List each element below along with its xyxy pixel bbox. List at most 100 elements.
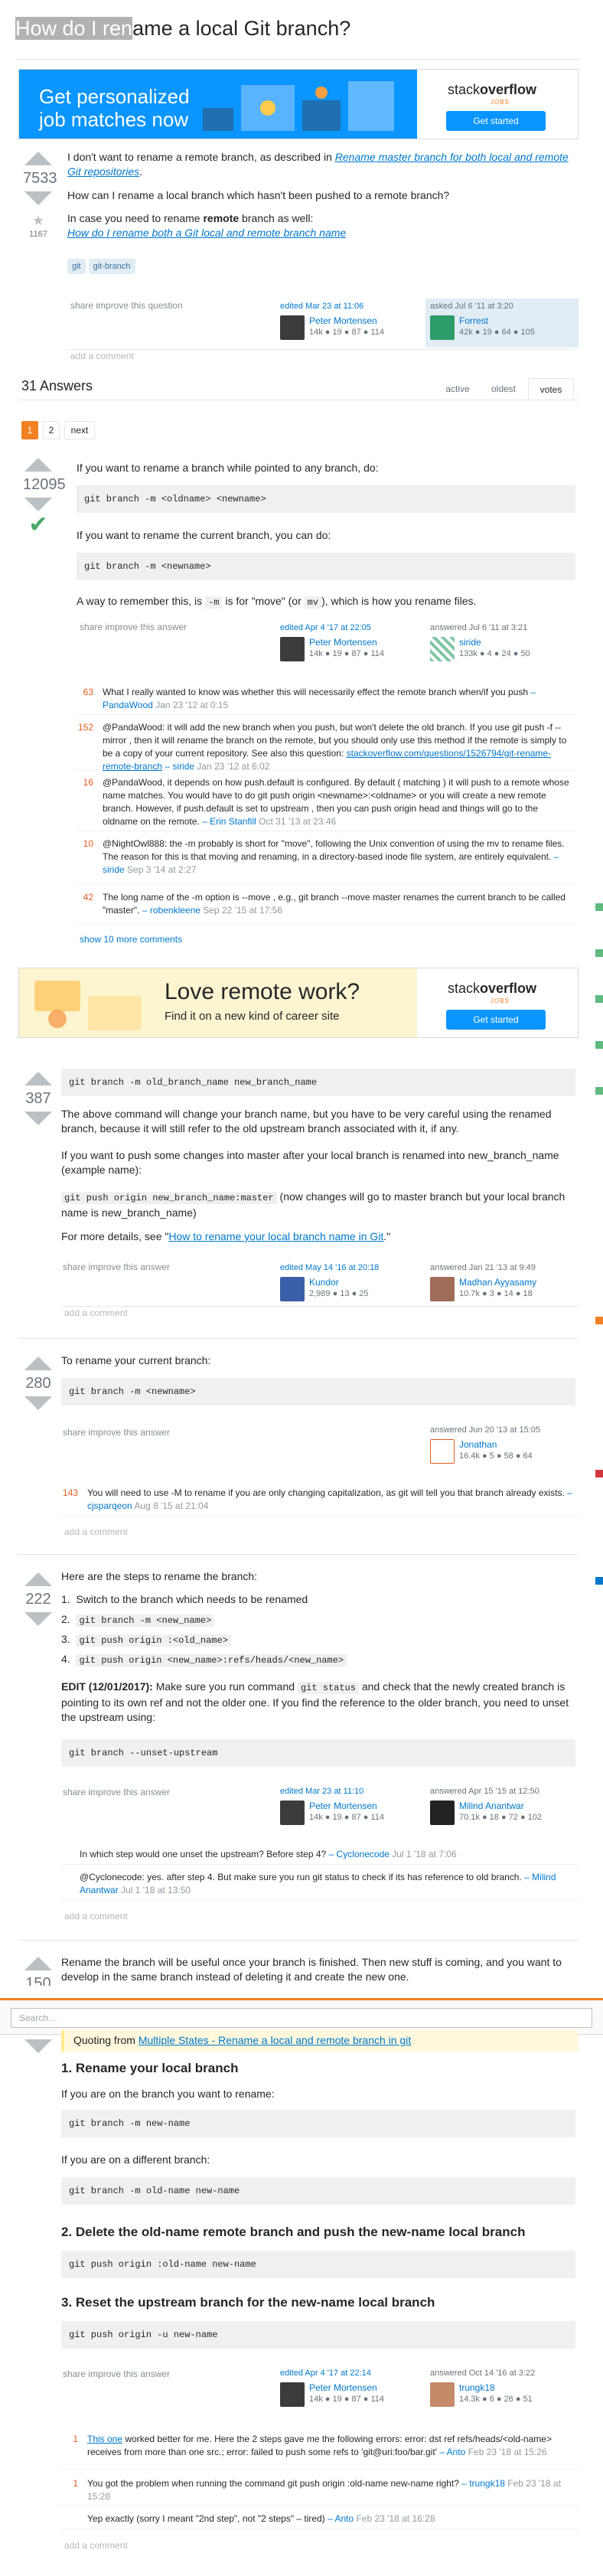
user-name-link[interactable]: Peter Mortensen: [309, 1801, 377, 1811]
answer-1-code-1: git branch -m <oldname> <newname>: [77, 485, 575, 513]
avatar[interactable]: [430, 2382, 455, 2407]
remote-get-started-button[interactable]: Get started: [446, 1010, 546, 1030]
answer-2-post-menu[interactable]: share improve this answer: [63, 1262, 170, 1272]
vote-count: 387: [25, 1090, 51, 1107]
answer-4-code-1: git branch --unset-upstream: [61, 1739, 575, 1767]
page-2[interactable]: 2: [43, 421, 60, 439]
avatar[interactable]: [280, 2382, 305, 2407]
downvote-icon[interactable]: [24, 1396, 52, 1410]
user-name-link[interactable]: Forrest: [459, 315, 488, 326]
upvote-icon[interactable]: [24, 1957, 52, 1970]
upvote-icon[interactable]: [24, 458, 52, 472]
remote-work-ad-banner[interactable]: Love remote work? Find it on a new kind …: [18, 968, 579, 1038]
user-name-link[interactable]: Madhan Ayyasamy: [459, 1277, 536, 1288]
quote-source-link[interactable]: Multiple States - Rename a local and rem…: [139, 2034, 411, 2046]
avatar[interactable]: [430, 315, 455, 340]
add-comment-link[interactable]: add a comment: [64, 1911, 128, 1921]
answer-4-owner-signature: answered Apr 15 '15 at 12:50 Milind Anan…: [425, 1784, 579, 1833]
answer-1-p1: If you want to rename a branch while poi…: [77, 462, 379, 474]
upvote-icon[interactable]: [24, 1572, 52, 1586]
downvote-icon[interactable]: [24, 498, 52, 511]
answer-5-post-menu[interactable]: share improve this answer: [63, 2369, 170, 2379]
upvote-icon[interactable]: [24, 152, 52, 165]
jobs-ad-banner[interactable]: Get personalized job matches now stackove…: [18, 69, 579, 139]
comment-user-link[interactable]: – Anto: [328, 2513, 354, 2524]
question-title[interactable]: How do I rename a local Git branch?: [15, 14, 582, 60]
tab-oldest[interactable]: oldest: [481, 378, 526, 400]
page-next[interactable]: next: [64, 421, 95, 439]
answer-5-heading-3: 3. Reset the upstream branch for the new…: [61, 2295, 435, 2310]
add-comment-link[interactable]: add a comment: [64, 1526, 128, 1537]
avatar[interactable]: [280, 637, 305, 661]
answer-5-code-4: git push origin -u new-name: [61, 2321, 575, 2349]
comment: 42 The long name of the -m option is --m…: [77, 891, 575, 925]
answer-5-heading-2: 2. Delete the old-name remote branch and…: [61, 2225, 526, 2239]
question-vote-cell: 7533 ★ 1167: [23, 152, 57, 239]
answer-1-post-menu[interactable]: share improve this answer: [80, 622, 187, 632]
edited-time-link[interactable]: edited Mar 23 at 11:10: [280, 1787, 363, 1796]
user-name-link[interactable]: Jonathan: [459, 1439, 497, 1450]
comment: 143 You will need to use -M to rename if…: [61, 1487, 579, 1516]
edited-time-link[interactable]: edited May 14 '16 at 20:18: [280, 1263, 379, 1272]
question-post-menu[interactable]: share improve this question: [70, 300, 183, 311]
add-comment-link[interactable]: add a comment: [64, 2540, 128, 2551]
comment-link[interactable]: This one: [87, 2434, 122, 2444]
user-name-link[interactable]: Peter Mortensen: [309, 315, 377, 326]
jobs-get-started-button[interactable]: Get started: [446, 111, 546, 131]
downvote-icon[interactable]: [24, 1612, 52, 1626]
page-1[interactable]: 1: [21, 421, 38, 439]
question-body-p2: How can I rename a local branch which ha…: [67, 189, 450, 201]
user-name-link[interactable]: trungk18: [459, 2382, 495, 2393]
tab-active[interactable]: active: [436, 378, 479, 400]
comment-user-link[interactable]: – robenkleene: [142, 905, 200, 916]
stackoverflow-logo-icon: stackoverflow: [448, 981, 537, 996]
answer-4-p1: Here are the steps to rename the branch:: [61, 1570, 258, 1582]
add-comment-link[interactable]: add a comment: [64, 1308, 128, 1318]
avatar[interactable]: [430, 1801, 455, 1825]
avatar[interactable]: [430, 1277, 455, 1301]
edited-time-link[interactable]: edited Apr 4 '17 at 22:14: [280, 2369, 371, 2378]
favorite-star-icon[interactable]: ★: [23, 211, 54, 230]
avatar[interactable]: [280, 315, 305, 340]
downvote-icon[interactable]: [24, 1112, 52, 1125]
user-name-link[interactable]: Kundor: [309, 1277, 339, 1288]
tab-votes[interactable]: votes: [528, 378, 574, 400]
edited-time-link[interactable]: edited Mar 23 at 11:06: [280, 302, 363, 311]
user-name-link[interactable]: siride: [459, 637, 481, 648]
jobs-label: JOBS: [491, 99, 510, 106]
show-more-comments-link[interactable]: show 10 more comments: [80, 934, 182, 945]
avatar[interactable]: [430, 1439, 455, 1464]
answer-2-p1: The above command will change your branc…: [61, 1108, 552, 1135]
user-name-link[interactable]: Peter Mortensen: [309, 2382, 377, 2393]
downvote-icon[interactable]: [24, 191, 52, 205]
rename-both-link[interactable]: How do I rename both a Git local and rem…: [67, 227, 346, 239]
upvote-icon[interactable]: [24, 1357, 52, 1370]
downvote-icon[interactable]: [24, 2039, 52, 2053]
vote-count: 150: [25, 1975, 51, 1986]
avatar[interactable]: [280, 1277, 305, 1301]
add-comment-link[interactable]: add a comment: [70, 351, 134, 361]
answer-3-vote-cell: 280: [23, 1357, 54, 1410]
answer-1-editor-signature: edited Apr 4 '17 at 22:05 Peter Mortense…: [275, 620, 429, 669]
user-name-link[interactable]: Peter Mortensen: [309, 637, 377, 648]
tag-git-branch[interactable]: git-branch: [88, 259, 135, 274]
comment-user-link[interactable]: – siride: [165, 761, 194, 772]
user-name-link[interactable]: Milind Anantwar: [459, 1801, 524, 1811]
jobs-ad-cta-panel: stackoverflow JOBS Get started: [417, 70, 578, 139]
comment-user-link[interactable]: – trungk18: [461, 2478, 505, 2489]
avatar[interactable]: [430, 637, 455, 661]
search-input[interactable]: Search…: [11, 2008, 592, 2028]
upvote-icon[interactable]: [24, 1072, 52, 1086]
answer-3-post-menu[interactable]: share improve this answer: [63, 1427, 170, 1438]
rename-local-link[interactable]: How to rename your local branch name in …: [168, 1230, 383, 1242]
comment-user-link[interactable]: – Erin Stanfill: [202, 816, 256, 827]
answers-count: 31 Answers: [21, 378, 93, 393]
tag-git[interactable]: git: [67, 259, 86, 274]
edited-time-link[interactable]: edited Apr 4 '17 at 22:05: [280, 623, 371, 632]
avatar[interactable]: [280, 1801, 305, 1825]
comment-user-link[interactable]: – Anto: [439, 2447, 465, 2457]
list-item: 4. git push origin <new_name>:refs/heads…: [61, 1652, 579, 1672]
answer-4-post-menu[interactable]: share improve this answer: [63, 1787, 170, 1797]
jobs-ad-line1: Get personalized: [39, 85, 190, 108]
comment-user-link[interactable]: – Cyclonecode: [329, 1849, 390, 1859]
